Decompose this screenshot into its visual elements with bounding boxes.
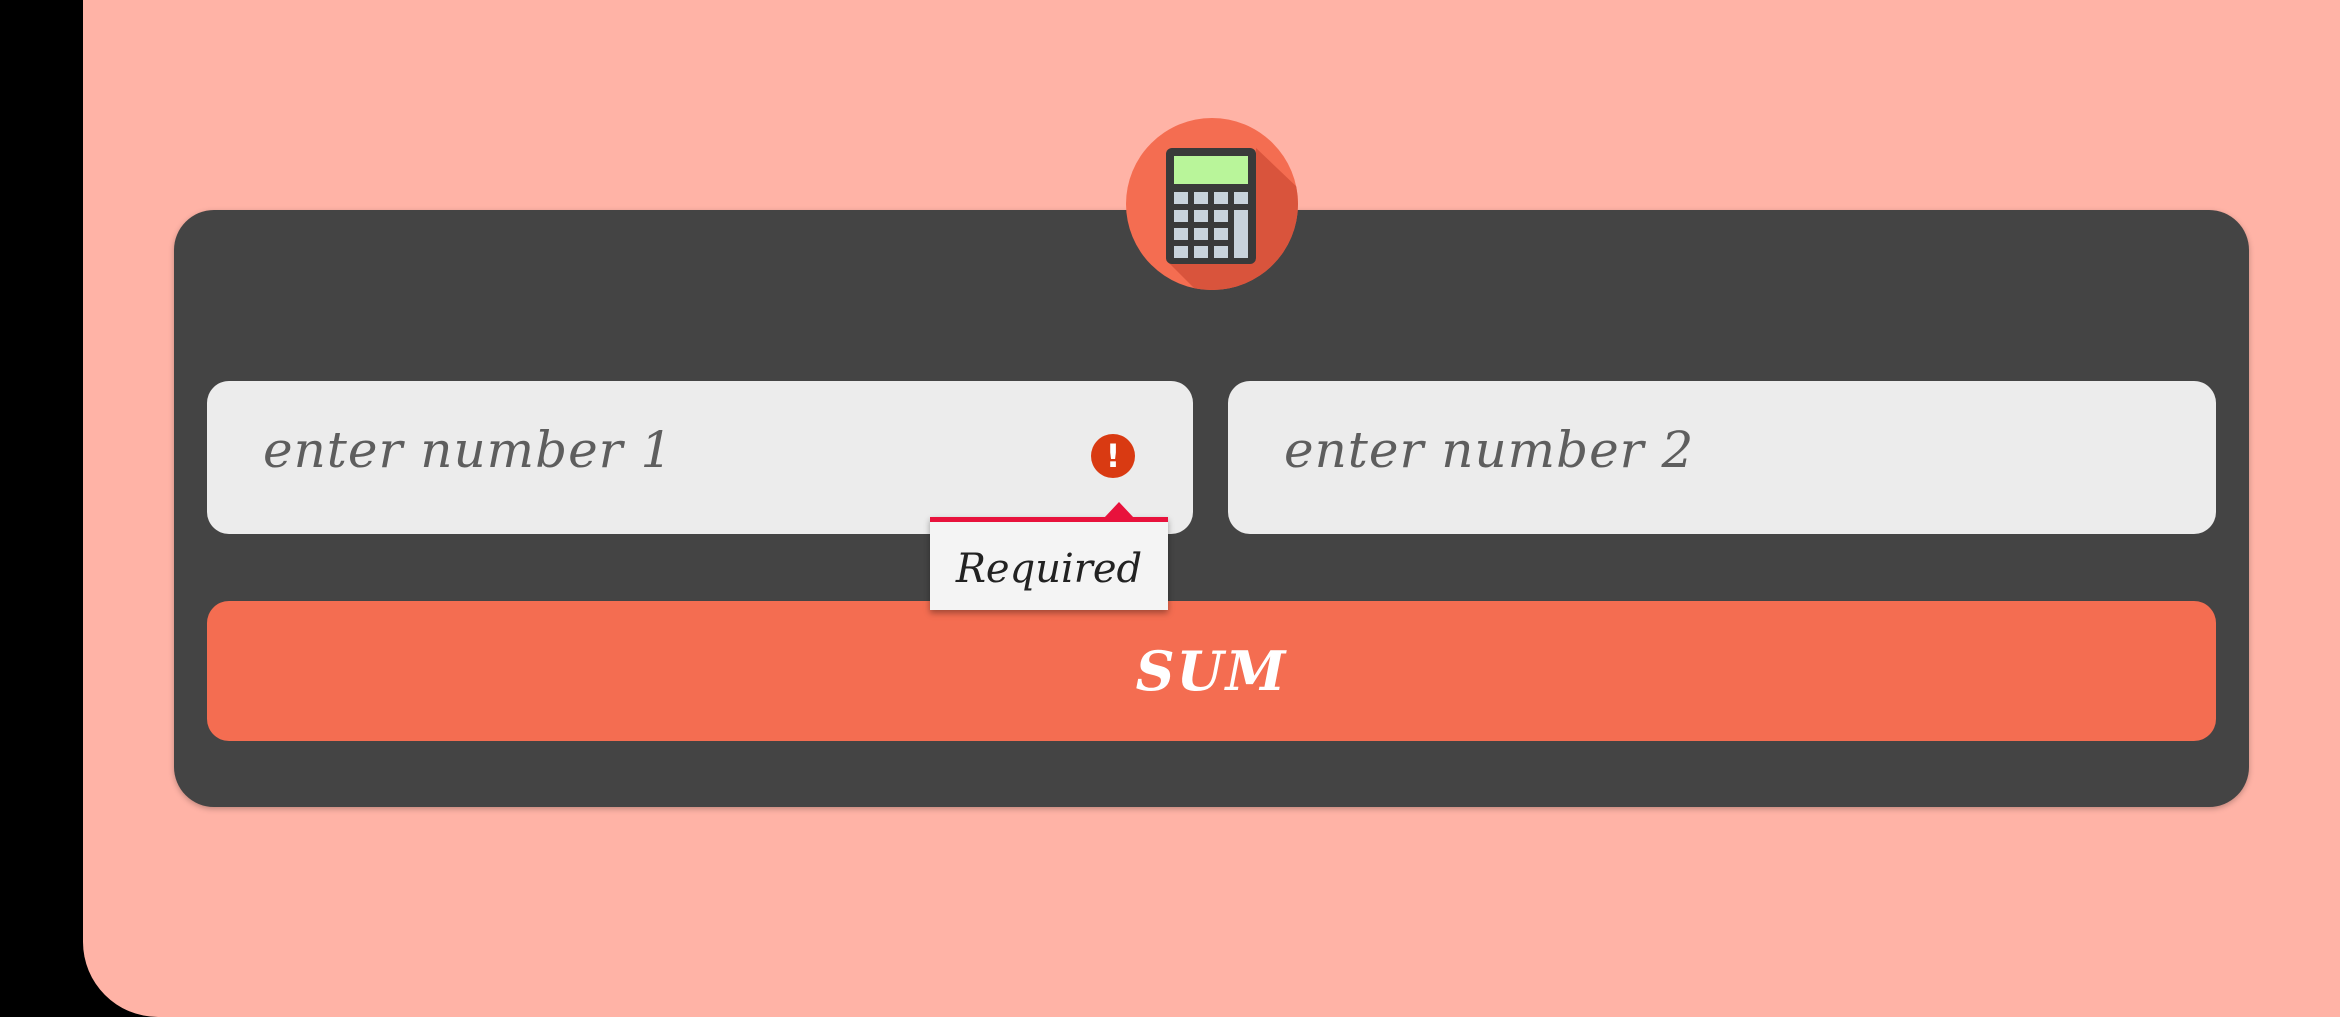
number-2-input[interactable]: enter number 2 [1228,381,2216,534]
number-1-placeholder: enter number 1 [263,421,674,479]
sum-button[interactable]: SUM [207,601,2216,741]
calculator-icon [1126,118,1298,290]
number-1-input[interactable]: enter number 1 [207,381,1193,534]
required-error-tooltip: Required [930,517,1168,610]
tooltip-arrow [1104,502,1134,518]
required-error-text: Required [955,546,1143,592]
number-2-placeholder: enter number 2 [1284,421,1695,479]
sum-button-label: SUM [1135,639,1288,703]
error-icon: ! [1091,434,1135,478]
